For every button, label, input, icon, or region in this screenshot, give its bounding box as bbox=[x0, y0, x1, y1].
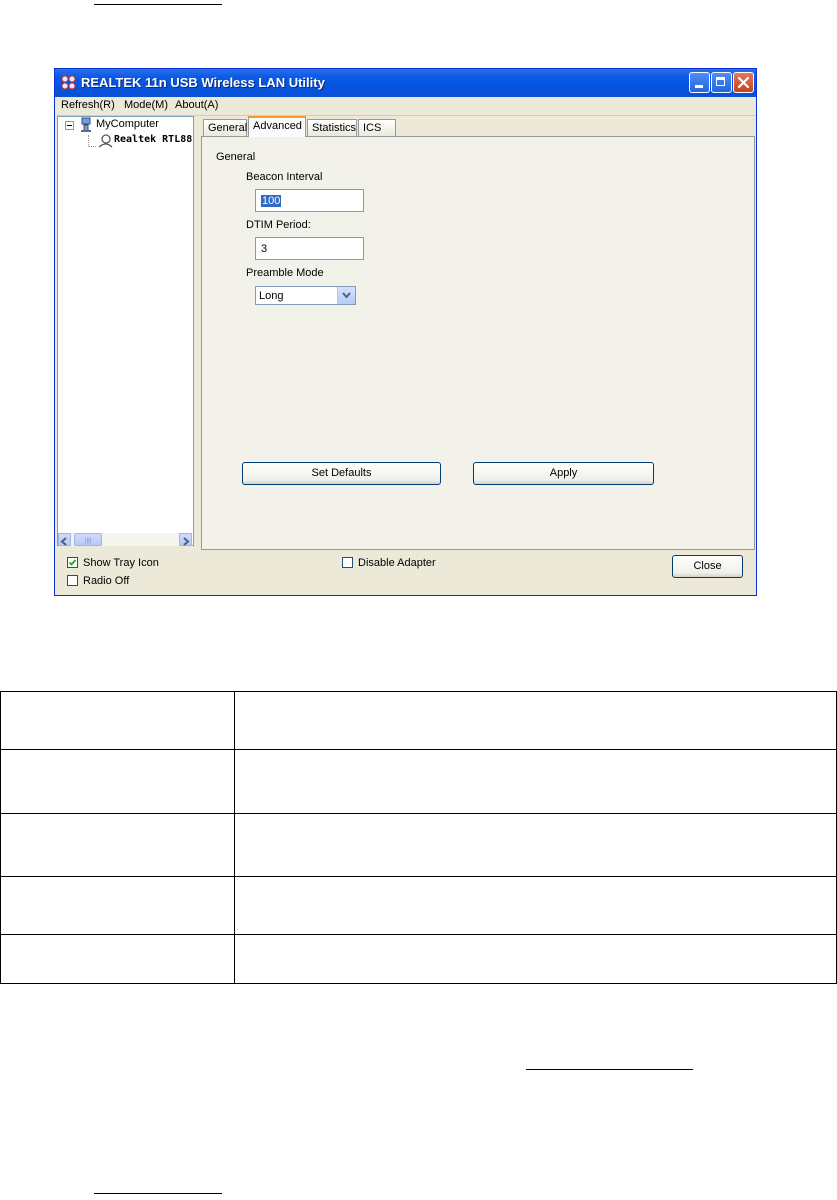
chevron-down-icon bbox=[342, 292, 351, 299]
show-tray-icon-checkbox[interactable] bbox=[67, 557, 78, 568]
grip-icon: |||| bbox=[85, 538, 92, 544]
radio-off-checkbox[interactable] bbox=[67, 575, 78, 586]
preamble-mode-select[interactable]: Long bbox=[255, 286, 356, 305]
minimize-button[interactable] bbox=[689, 72, 710, 93]
table-row bbox=[0, 691, 837, 750]
title-bar[interactable]: REALTEK 11n USB Wireless LAN Utility bbox=[55, 69, 756, 97]
advanced-tab-panel: General Beacon Interval 100 DTIM Period:… bbox=[201, 136, 755, 550]
tab-general[interactable]: General bbox=[203, 119, 247, 136]
menu-refresh[interactable]: Refresh(R) bbox=[61, 99, 115, 111]
table-row bbox=[0, 749, 837, 814]
show-tray-icon-row[interactable]: Show Tray Icon bbox=[67, 557, 159, 569]
window-title: REALTEK 11n USB Wireless LAN Utility bbox=[81, 75, 325, 90]
table-row bbox=[0, 876, 837, 935]
computer-icon bbox=[81, 117, 91, 132]
table-cell bbox=[234, 749, 837, 814]
group-title-general: General bbox=[216, 151, 256, 163]
dtim-period-label: DTIM Period: bbox=[246, 219, 311, 231]
tree-line bbox=[88, 146, 96, 147]
close-window-button[interactable] bbox=[733, 72, 754, 93]
dtim-period-input[interactable]: 3 bbox=[255, 237, 364, 260]
disable-adapter-label: Disable Adapter bbox=[358, 557, 436, 569]
table-cell bbox=[0, 876, 235, 935]
chevron-left-icon bbox=[60, 537, 67, 546]
table-cell bbox=[0, 813, 235, 877]
table-cell bbox=[0, 749, 235, 814]
table-row bbox=[0, 934, 837, 984]
scroll-thumb[interactable]: |||| bbox=[74, 533, 102, 546]
realtek-utility-window: REALTEK 11n USB Wireless LAN Utility Ref… bbox=[54, 68, 757, 596]
radio-off-row[interactable]: Radio Off bbox=[67, 575, 129, 587]
menu-mode[interactable]: Mode(M) bbox=[124, 99, 168, 111]
table-row bbox=[0, 813, 837, 877]
table-cell bbox=[234, 876, 837, 935]
dtim-period-value: 3 bbox=[261, 243, 268, 255]
table-cell bbox=[234, 813, 837, 877]
beacon-interval-value: 100 bbox=[261, 195, 282, 207]
bottom-underline bbox=[94, 1193, 222, 1194]
tree-horizontal-scrollbar[interactable]: |||| bbox=[58, 533, 192, 546]
menu-bar: Refresh(R) Mode(M) About(A) bbox=[55, 97, 756, 116]
tree-node-mycomputer[interactable]: MyComputer bbox=[96, 118, 159, 130]
table-cell bbox=[234, 691, 837, 750]
adapter-icon bbox=[98, 134, 113, 148]
middle-underline bbox=[526, 1069, 693, 1070]
menu-about[interactable]: About(A) bbox=[175, 99, 218, 111]
dropdown-button[interactable] bbox=[337, 287, 355, 304]
chevron-right-icon bbox=[183, 537, 190, 546]
tab-ics[interactable]: ICS bbox=[358, 119, 396, 136]
parameter-table bbox=[0, 691, 837, 984]
close-button[interactable]: Close bbox=[672, 555, 743, 578]
disable-adapter-checkbox[interactable] bbox=[342, 557, 353, 568]
tree-node-realtek[interactable]: Realtek RTL88 bbox=[114, 134, 192, 145]
preamble-mode-label: Preamble Mode bbox=[246, 267, 324, 279]
show-tray-icon-label: Show Tray Icon bbox=[83, 557, 159, 569]
set-defaults-button[interactable]: Set Defaults bbox=[242, 462, 441, 485]
maximize-button[interactable] bbox=[711, 72, 732, 93]
app-icon bbox=[61, 75, 76, 90]
apply-button[interactable]: Apply bbox=[473, 462, 654, 485]
scroll-left-button[interactable] bbox=[58, 533, 71, 546]
table-cell bbox=[0, 691, 235, 750]
radio-off-label: Radio Off bbox=[83, 575, 130, 587]
table-cell bbox=[234, 934, 837, 984]
device-tree: MyComputer Realtek RTL88 bbox=[57, 116, 194, 546]
tab-advanced[interactable]: Advanced bbox=[248, 116, 306, 137]
tab-statistics[interactable]: Statistics bbox=[307, 119, 357, 136]
preamble-mode-value: Long bbox=[259, 290, 284, 302]
collapse-toggle[interactable] bbox=[65, 121, 74, 130]
beacon-interval-input[interactable]: 100 bbox=[255, 189, 364, 212]
disable-adapter-row[interactable]: Disable Adapter bbox=[342, 557, 436, 569]
beacon-interval-label: Beacon Interval bbox=[246, 171, 323, 183]
table-cell bbox=[0, 934, 235, 984]
checkmark-icon bbox=[68, 559, 77, 566]
close-icon bbox=[737, 76, 750, 89]
scroll-right-button[interactable] bbox=[179, 533, 192, 546]
top-underline bbox=[94, 4, 222, 5]
